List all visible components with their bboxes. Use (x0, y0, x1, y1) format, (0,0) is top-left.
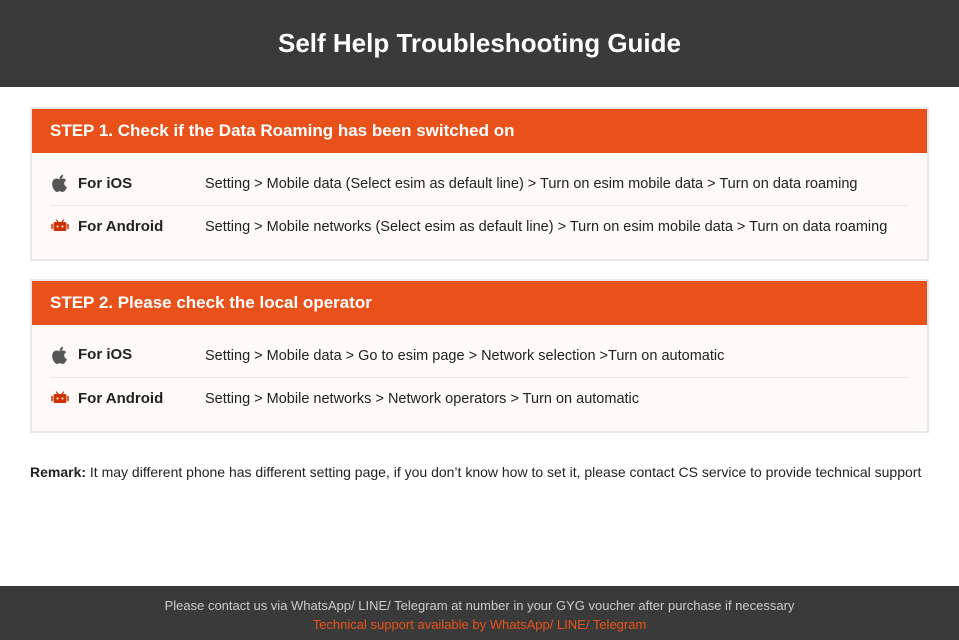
step2-ios-label: For iOS (50, 345, 205, 365)
step2-android-instruction: Setting > Mobile networks > Network oper… (205, 388, 909, 410)
step2-body: For iOS Setting > Mobile data > Go to es… (32, 325, 927, 431)
step2-android-row: For Android Setting > Mobile networks > … (50, 378, 909, 420)
remark-text: It may different phone has different set… (90, 464, 921, 480)
remark-section: Remark: It may different phone has diffe… (30, 451, 929, 491)
step2-card: STEP 2. Please check the local operator … (30, 279, 929, 433)
page-header: Self Help Troubleshooting Guide (0, 0, 959, 87)
step2-ios-text-label: For iOS (78, 346, 132, 363)
step1-android-instruction: Setting > Mobile networks (Select esim a… (205, 216, 909, 238)
step1-ios-text-label: For iOS (78, 175, 132, 192)
page-footer: Please contact us via WhatsApp/ LINE/ Te… (0, 586, 959, 640)
android-icon (50, 216, 70, 236)
android-icon-2 (50, 388, 70, 408)
footer-contact-text: Please contact us via WhatsApp/ LINE/ Te… (20, 598, 939, 613)
main-content: STEP 1. Check if the Data Roaming has be… (0, 87, 959, 586)
step1-ios-label: For iOS (50, 173, 205, 193)
apple-icon (50, 173, 70, 193)
page-title: Self Help Troubleshooting Guide (20, 28, 939, 59)
step2-android-label: For Android (50, 388, 205, 408)
apple-icon-2 (50, 345, 70, 365)
footer-support-text: Technical support available by WhatsApp/… (20, 617, 939, 632)
step2-android-text-label: For Android (78, 390, 163, 407)
step1-android-label: For Android (50, 216, 205, 236)
step2-ios-row: For iOS Setting > Mobile data > Go to es… (50, 335, 909, 378)
step1-body: For iOS Setting > Mobile data (Select es… (32, 153, 927, 259)
step2-header: STEP 2. Please check the local operator (32, 281, 927, 325)
step1-header: STEP 1. Check if the Data Roaming has be… (32, 109, 927, 153)
remark-label: Remark: (30, 464, 86, 480)
step1-android-row: For Android Setting > Mobile networks (S… (50, 206, 909, 248)
step1-card: STEP 1. Check if the Data Roaming has be… (30, 107, 929, 261)
step1-android-text-label: For Android (78, 218, 163, 235)
step2-ios-instruction: Setting > Mobile data > Go to esim page … (205, 345, 909, 367)
step1-ios-instruction: Setting > Mobile data (Select esim as de… (205, 173, 909, 195)
step1-ios-row: For iOS Setting > Mobile data (Select es… (50, 163, 909, 206)
